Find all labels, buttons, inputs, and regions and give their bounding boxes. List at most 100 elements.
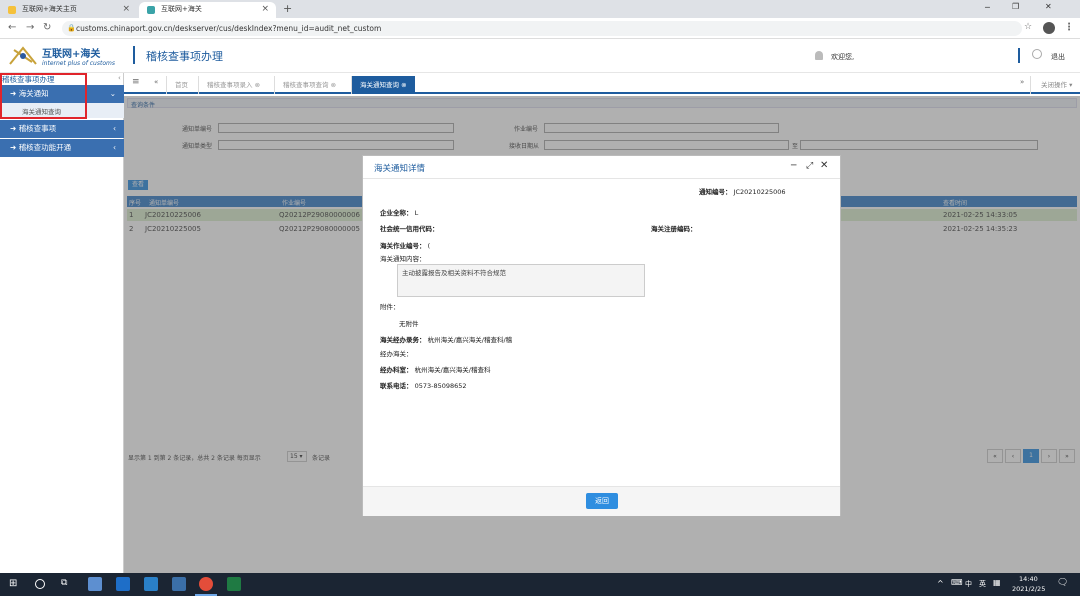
notice-no-label: 通知编号：	[699, 188, 732, 196]
address-bar-row: ← → ↻ 🔒 customs.chinaport.gov.cn/deskser…	[0, 18, 1080, 39]
browser-tab-customs[interactable]: 互联网+海关 ×	[139, 2, 276, 18]
task-view-icon[interactable]: ⧉	[61, 578, 67, 588]
close-icon[interactable]: ×	[122, 2, 130, 17]
power-icon[interactable]	[1032, 49, 1042, 59]
close-ops-label: 关闭操作	[1041, 81, 1067, 89]
tray-expand-icon[interactable]: ^	[937, 579, 944, 588]
user-icon	[815, 51, 823, 60]
sidebar-collapse-icon[interactable]: ‹	[118, 74, 121, 82]
page-tabs: ≡ « 首页 稽核查事项录入 ⊗ 稽核查事项查询 ⊗ 海关通知查询 ⊗ » 关闭…	[124, 73, 1080, 94]
modal-title: 海关通知详情	[374, 164, 426, 174]
tab-label: 稽核查事项录入	[207, 81, 253, 89]
page-title: 稽核查事项办理	[146, 50, 223, 63]
return-button[interactable]: 返回	[586, 493, 618, 509]
logo-title: 互联网+海关	[42, 49, 101, 60]
credit-code-label: 社会统一信用代码：	[380, 225, 439, 233]
signin-icon: ➜	[10, 124, 17, 133]
tab-scroll-left-icon[interactable]: «	[154, 78, 158, 86]
signin-icon: ➜	[10, 143, 17, 152]
close-icon[interactable]: ⊗	[255, 81, 260, 89]
company-label: 企业全称：	[380, 209, 413, 217]
close-icon[interactable]: ⊗	[331, 81, 336, 89]
sidebar-item-audit-enable[interactable]: ➜ 稽核查功能开通 ‹	[0, 139, 124, 157]
close-icon[interactable]: ✕	[820, 160, 828, 171]
minimize-button[interactable]: ─	[985, 3, 990, 12]
sidebar-item-label: 稽核查事项	[18, 124, 57, 133]
content-label: 海关通知内容：	[380, 255, 426, 263]
restore-button[interactable]: ❐	[1012, 2, 1019, 11]
dept-row: 经办科室： 杭州海关/嘉兴海关/稽查科	[380, 364, 490, 374]
logo-subtitle: internet plus of customs	[42, 60, 115, 67]
back-icon[interactable]: ←	[8, 22, 16, 33]
logout-link[interactable]: 退出	[1051, 52, 1065, 62]
job-no-label: 海关作业编号：	[380, 242, 426, 250]
credit-code-row: 社会统一信用代码：	[380, 223, 439, 233]
attachment-label: 附件：	[380, 303, 400, 311]
clock-date[interactable]: 2021/2/25	[1012, 585, 1045, 593]
chevron-left-icon: ‹	[113, 124, 116, 133]
job-no-value: (	[427, 242, 431, 250]
chevron-down-icon: ⌄	[109, 89, 116, 98]
url-input[interactable]: 🔒 customs.chinaport.gov.cn/deskserver/cu…	[62, 21, 1022, 36]
profile-avatar-icon[interactable]	[1043, 22, 1055, 34]
chrome-icon[interactable]	[199, 577, 213, 591]
notice-content-textarea[interactable]: 主动披露报告及相关资料不符合规范	[397, 264, 645, 297]
search-icon[interactable]	[35, 579, 45, 589]
maximize-icon[interactable]: ⤢	[806, 161, 813, 171]
modal-footer: 返回	[363, 486, 840, 516]
handling-label: 海关经办录务：	[380, 336, 426, 344]
title-divider	[133, 46, 135, 64]
windows-start-icon[interactable]: ⊞	[9, 578, 17, 589]
excel-icon[interactable]	[227, 577, 241, 591]
tab-home[interactable]: 首页	[166, 76, 196, 94]
notice-no-value: JC20210225006	[733, 188, 786, 196]
close-icon[interactable]: ×	[261, 2, 269, 17]
recycle-app-icon[interactable]	[88, 577, 102, 591]
notification-icon[interactable]: 🗨	[1057, 578, 1068, 588]
tab-audit-entry[interactable]: 稽核查事项录入 ⊗	[198, 76, 268, 94]
email-app-icon[interactable]	[172, 577, 186, 591]
close-icon[interactable]: ⊗	[401, 81, 406, 89]
modal-titlebar: 海关通知详情 ─ ⤢ ✕	[363, 156, 840, 179]
clock-time[interactable]: 14:40	[1019, 575, 1038, 583]
phone-row: 联系电话： 0573-85098652	[380, 380, 467, 390]
customs-reg-row: 海关注册编码：	[651, 223, 697, 233]
browser-tab-title: 互联网+海关	[161, 5, 202, 13]
keyboard-icon[interactable]: ▦	[993, 578, 1001, 587]
new-tab-button[interactable]: +	[283, 2, 292, 15]
browser-tab-bar: 互联网+海关主页 × 互联网+海关 × + ─ ❐ ✕	[0, 0, 1080, 18]
reload-icon[interactable]: ↻	[43, 22, 51, 33]
tab-label: 海关通知查询	[360, 81, 399, 89]
ime-mode[interactable]: 中	[965, 579, 972, 589]
browser-tab-home[interactable]: 互联网+海关主页 ×	[0, 2, 137, 18]
dept-value: 杭州海关/嘉兴海关/稽查科	[414, 366, 491, 374]
sidebar-item-audit-matters[interactable]: ➜ 稽核查事项 ‹	[0, 120, 124, 138]
customs-reg-label: 海关注册编码：	[651, 225, 697, 233]
highlight-box	[0, 73, 87, 119]
ie-browser-icon[interactable]	[116, 577, 130, 591]
lock-icon: 🔒	[67, 24, 76, 32]
dept-label: 经办科室：	[380, 366, 413, 374]
tab-audit-query[interactable]: 稽核查事项查询 ⊗	[274, 76, 344, 94]
tab-label: 稽核查事项查询	[283, 81, 329, 89]
ime-lang[interactable]: 英	[979, 579, 986, 589]
browser-tab-title: 互联网+海关主页	[22, 5, 77, 13]
close-ops-menu[interactable]: 关闭操作 ▾	[1030, 76, 1072, 94]
menu-toggle-icon[interactable]: ≡	[132, 77, 140, 87]
app-header: 互联网+海关 internet plus of customs 稽核查事项办理 …	[0, 39, 1080, 73]
sidebar: 稽核查事项办理 ‹ ➜ 海关通知 ⌄ 海关通知查询 ➜ 稽核查事项 ‹ ➜ 稽核…	[0, 73, 124, 573]
window-close-button[interactable]: ✕	[1045, 2, 1052, 11]
tab-notice-query[interactable]: 海关通知查询 ⊗	[351, 76, 415, 94]
handling-value: 杭州海关/嘉兴海关/稽查科/稽	[427, 336, 513, 344]
messaging-app-icon[interactable]	[144, 577, 158, 591]
network-icon[interactable]: ⌨	[951, 578, 963, 587]
browser-menu-icon[interactable]: ⋮	[1064, 22, 1074, 33]
minimize-icon[interactable]: ─	[791, 161, 796, 171]
shield-favicon-icon	[147, 6, 155, 14]
forward-icon[interactable]: →	[26, 22, 34, 33]
windows-taskbar: ⊞ ⧉ ^ ⌨ 中 英 ▦ 14:40 2021/2/25 🗨	[0, 573, 1080, 596]
company-row: 企业全称： L	[380, 207, 418, 217]
header-divider	[1018, 48, 1020, 63]
bookmark-star-icon[interactable]: ☆	[1024, 22, 1032, 32]
tab-scroll-right-icon[interactable]: »	[1020, 78, 1024, 86]
